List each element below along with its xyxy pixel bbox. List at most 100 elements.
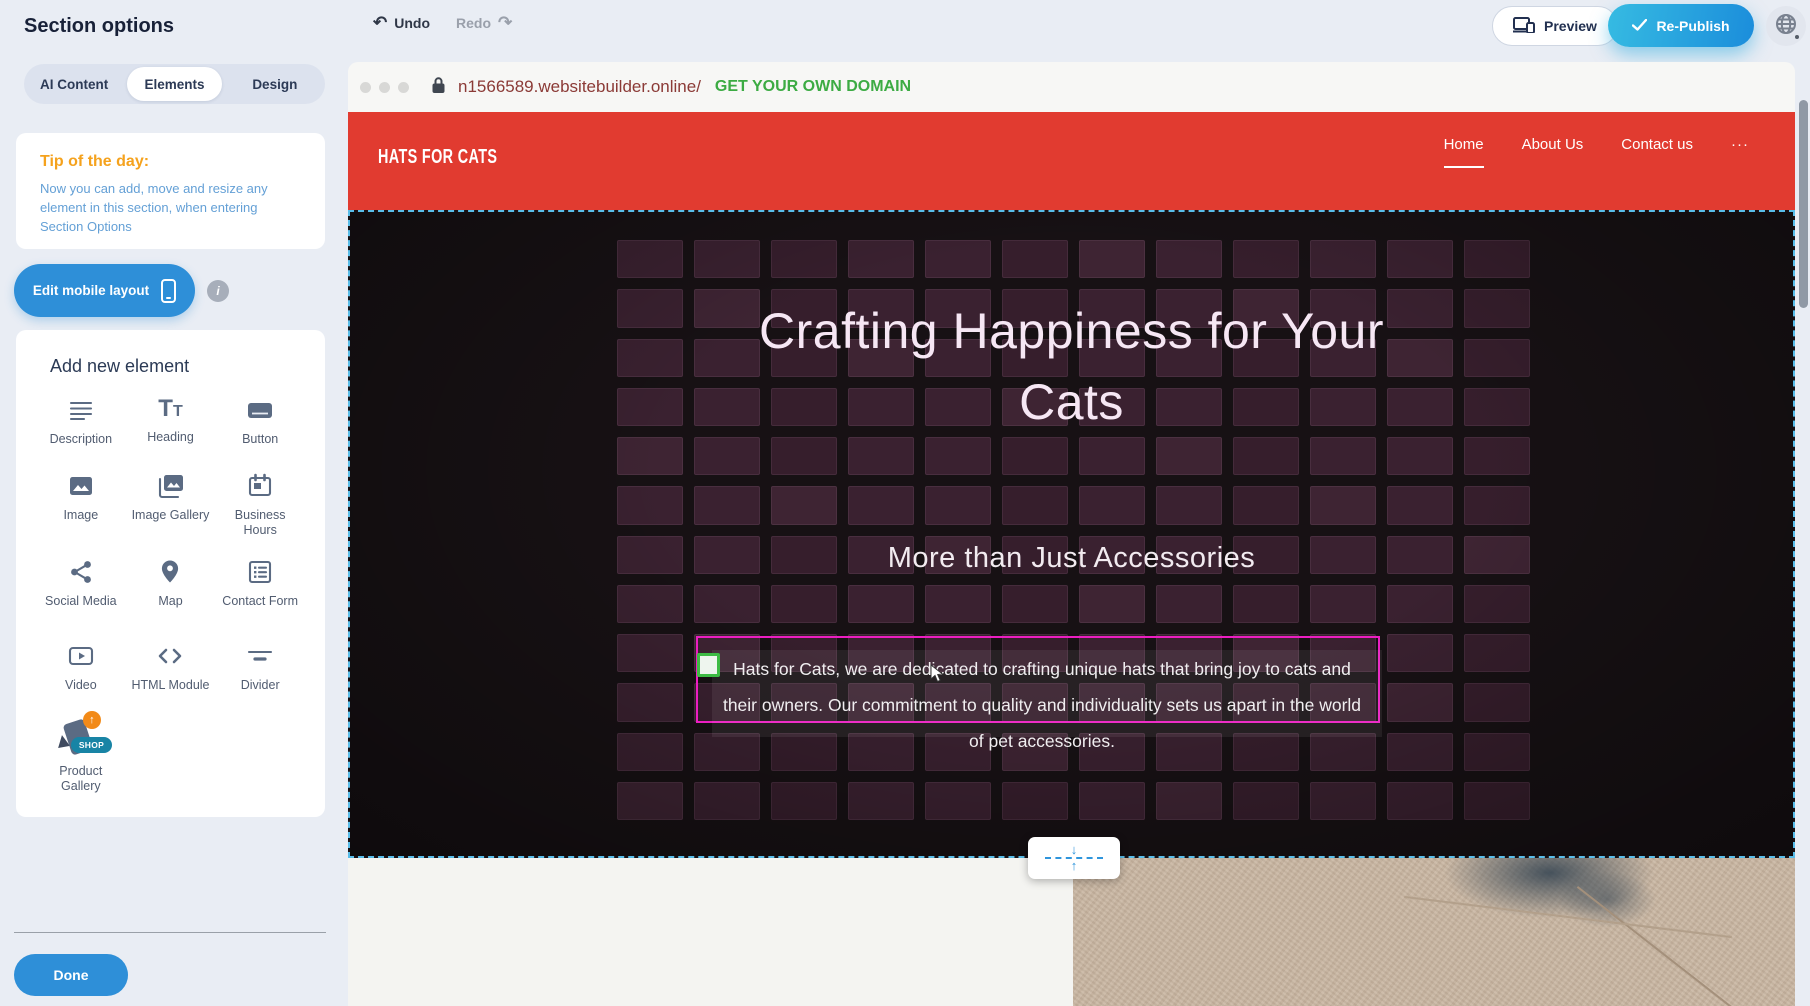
hero-tile xyxy=(771,437,837,475)
hero-tile xyxy=(694,437,760,475)
panel-tabs: AI Content Elements Design xyxy=(24,64,325,104)
preview-button[interactable]: Preview xyxy=(1492,6,1618,46)
nav-home[interactable]: Home xyxy=(1444,136,1484,168)
edit-mobile-layout-button[interactable]: Edit mobile layout xyxy=(14,264,195,317)
element-video[interactable]: Video xyxy=(36,641,126,717)
divider-icon xyxy=(245,641,275,671)
element-business-hours[interactable]: Business Hours xyxy=(215,471,305,557)
hero-tile xyxy=(694,289,760,327)
hero-tile xyxy=(848,486,914,524)
element-divider[interactable]: Divider xyxy=(215,641,305,717)
hero-tile xyxy=(617,585,683,623)
hero-tile xyxy=(617,339,683,377)
hero-tile xyxy=(1387,486,1453,524)
selected-text-element[interactable]: Hats for Cats, we are dedicated to craft… xyxy=(696,636,1380,723)
hero-tile xyxy=(1156,437,1222,475)
arrow-up-icon: ↑ xyxy=(1071,861,1078,871)
hero-tile xyxy=(1387,782,1453,820)
html-module-icon xyxy=(155,641,185,671)
next-section[interactable] xyxy=(348,858,1795,1006)
business-hours-icon xyxy=(245,471,275,501)
add-element-panel: Add new element Description TT Heading B… xyxy=(16,330,325,817)
hero-tile xyxy=(617,289,683,327)
sidebar-divider xyxy=(14,932,326,933)
undo-icon: ↶ xyxy=(373,14,387,31)
element-product-gallery[interactable]: ↑ SHOP Product Gallery xyxy=(36,717,126,813)
element-image[interactable]: Image xyxy=(36,471,126,557)
heading-icon: TT xyxy=(158,395,182,423)
hero-tile xyxy=(1310,782,1376,820)
mobile-phone-icon xyxy=(161,279,176,303)
browser-address-bar: n1566589.websitebuilder.online/ GET YOUR… xyxy=(348,62,1795,112)
nav-about-us[interactable]: About Us xyxy=(1522,136,1584,166)
tab-design[interactable]: Design xyxy=(228,67,322,101)
selection-drag-handle[interactable] xyxy=(697,653,720,677)
hero-tile xyxy=(1156,486,1222,524)
language-globe-button[interactable] xyxy=(1766,6,1806,46)
hero-tile xyxy=(1156,240,1222,278)
site-nav: Home About Us Contact us ··· xyxy=(1444,136,1749,168)
hero-tile xyxy=(1002,437,1068,475)
element-html-module[interactable]: HTML Module xyxy=(126,641,216,717)
hero-tile xyxy=(1387,339,1453,377)
shop-badge: SHOP xyxy=(71,737,112,753)
hero-section-selected[interactable]: Crafting Happiness for Your Cats More th… xyxy=(348,210,1795,858)
element-image-gallery[interactable]: Image Gallery xyxy=(126,471,216,557)
element-description[interactable]: Description xyxy=(36,395,126,471)
hero-tile xyxy=(1233,437,1299,475)
site-logo[interactable]: HATS FOR CATS xyxy=(378,146,497,169)
hero-tile xyxy=(1464,339,1530,377)
element-map[interactable]: Map xyxy=(126,557,216,641)
hero-tile xyxy=(1464,782,1530,820)
info-icon[interactable]: i xyxy=(207,280,229,302)
hero-tile xyxy=(1079,486,1145,524)
hero-tile xyxy=(1387,634,1453,672)
hero-tile xyxy=(771,486,837,524)
tab-elements[interactable]: Elements xyxy=(127,67,221,101)
element-heading[interactable]: TT Heading xyxy=(126,395,216,471)
paving-joint xyxy=(1404,896,1732,938)
hero-subheading[interactable]: More than Just Accessories xyxy=(722,542,1422,575)
element-social-media[interactable]: Social Media xyxy=(36,557,126,641)
hero-tile xyxy=(617,486,683,524)
redo-button[interactable]: Redo ↷ xyxy=(456,14,512,31)
element-contact-form[interactable]: Contact Form xyxy=(215,557,305,641)
republish-button[interactable]: Re-Publish xyxy=(1608,4,1754,47)
hero-tile xyxy=(1002,585,1068,623)
hero-tile xyxy=(694,388,760,426)
hero-tile xyxy=(1464,240,1530,278)
nav-contact-us[interactable]: Contact us xyxy=(1621,136,1693,166)
map-icon xyxy=(155,557,185,587)
hero-tile xyxy=(617,634,683,672)
vertical-scrollbar-thumb[interactable] xyxy=(1799,100,1808,308)
hero-tile xyxy=(1079,782,1145,820)
tip-of-the-day-card: Tip of the day: Now you can add, move an… xyxy=(16,133,325,249)
hero-tile xyxy=(848,585,914,623)
hero-tile xyxy=(1464,289,1530,327)
element-button[interactable]: Button xyxy=(215,395,305,471)
undo-button[interactable]: ↶ Undo xyxy=(373,14,430,31)
app-window: Section options ↶ Undo Redo ↷ Preview xyxy=(0,0,1810,1006)
section-resize-handle[interactable]: ↓ ↑ xyxy=(1028,837,1120,879)
hero-tile xyxy=(1464,733,1530,771)
done-button[interactable]: Done xyxy=(14,954,128,996)
nav-more-button[interactable]: ··· xyxy=(1731,136,1749,166)
video-icon xyxy=(66,641,96,671)
hero-heading[interactable]: Crafting Happiness for Your Cats xyxy=(752,296,1392,438)
tip-heading: Tip of the day: xyxy=(40,153,301,171)
element-grid: Description TT Heading Button Image xyxy=(36,395,305,813)
site-header: HATS FOR CATS Home About Us Contact us ·… xyxy=(348,112,1795,210)
check-icon xyxy=(1632,18,1647,34)
hero-tile xyxy=(1233,240,1299,278)
hero-tile xyxy=(1387,388,1453,426)
top-toolbar: Section options ↶ Undo Redo ↷ Preview xyxy=(0,0,1810,52)
hero-tile xyxy=(925,782,991,820)
tab-ai-content[interactable]: AI Content xyxy=(27,67,121,101)
hero-tile xyxy=(925,486,991,524)
site-url[interactable]: n1566589.websitebuilder.online/ xyxy=(458,77,701,97)
hero-tile xyxy=(1002,486,1068,524)
hero-paragraph[interactable]: Hats for Cats, we are dedicated to craft… xyxy=(722,651,1362,759)
get-domain-link[interactable]: GET YOUR OWN DOMAIN xyxy=(715,78,911,96)
hero-tile xyxy=(694,782,760,820)
hero-tile xyxy=(694,339,760,377)
